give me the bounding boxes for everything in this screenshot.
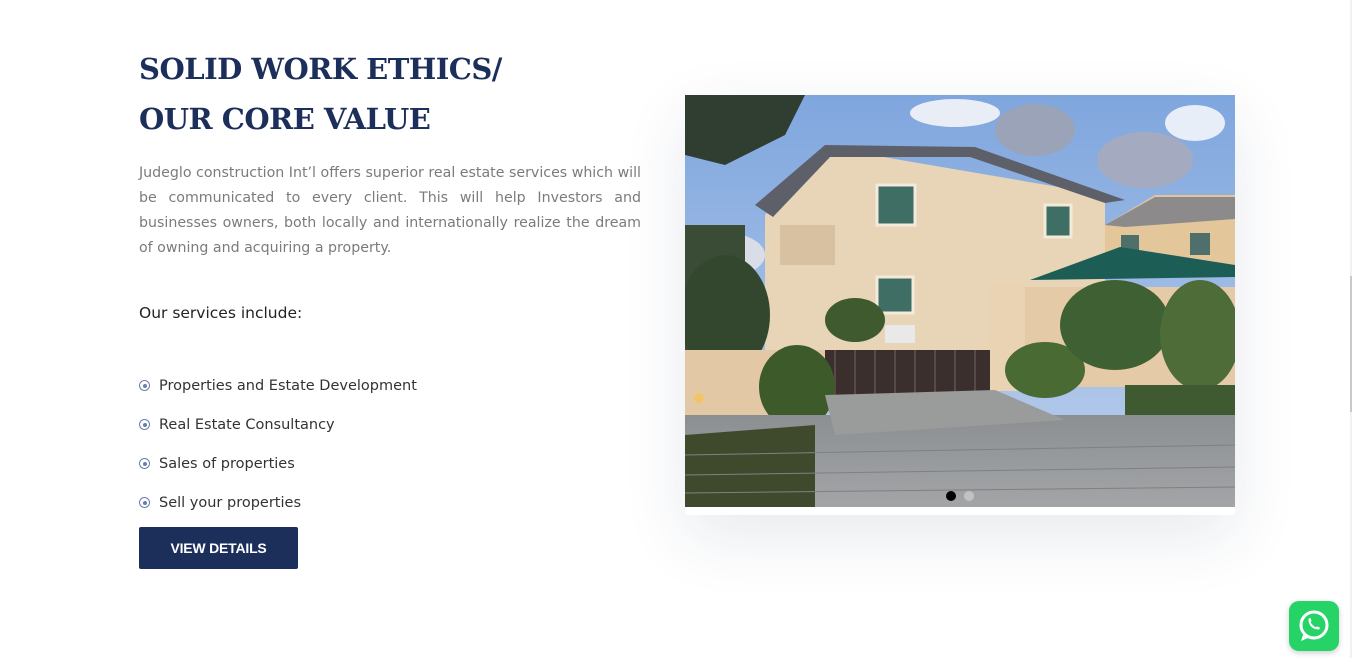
- whatsapp-button[interactable]: [1289, 601, 1339, 651]
- heading-line-1: SOLID WORK ETHICS/: [139, 52, 502, 86]
- service-item-label: Sales of properties: [159, 455, 295, 472]
- slider-dot-active[interactable]: [946, 491, 956, 501]
- heading-line-2: OUR CORE VALUE: [139, 102, 431, 136]
- target-bullet-icon: [139, 419, 150, 430]
- target-bullet-icon: [139, 497, 150, 508]
- service-item-label: Sell your properties: [159, 494, 301, 511]
- whatsapp-icon: [1299, 610, 1329, 641]
- target-bullet-icon: [139, 458, 150, 469]
- service-item-label: Properties and Estate Development: [159, 377, 417, 394]
- service-item-label: Real Estate Consultancy: [159, 416, 335, 433]
- services-title: Our services include:: [139, 304, 303, 322]
- view-details-button[interactable]: VIEW DETAILS: [139, 527, 298, 569]
- house-photo: [685, 95, 1235, 507]
- services-list: Properties and Estate Development Real E…: [139, 366, 417, 522]
- slider-dots: [685, 491, 1235, 501]
- target-bullet-icon: [139, 380, 150, 391]
- section-heading: SOLID WORK ETHICS/ OUR CORE VALUE: [139, 44, 502, 144]
- service-item: Sell your properties: [139, 483, 417, 522]
- intro-paragraph: Judeglo construction Int’l offers superi…: [139, 165, 641, 256]
- service-item: Properties and Estate Development: [139, 366, 417, 405]
- slider-dot[interactable]: [964, 491, 974, 501]
- service-item: Real Estate Consultancy: [139, 405, 417, 444]
- service-item: Sales of properties: [139, 444, 417, 483]
- image-slider[interactable]: [685, 95, 1235, 515]
